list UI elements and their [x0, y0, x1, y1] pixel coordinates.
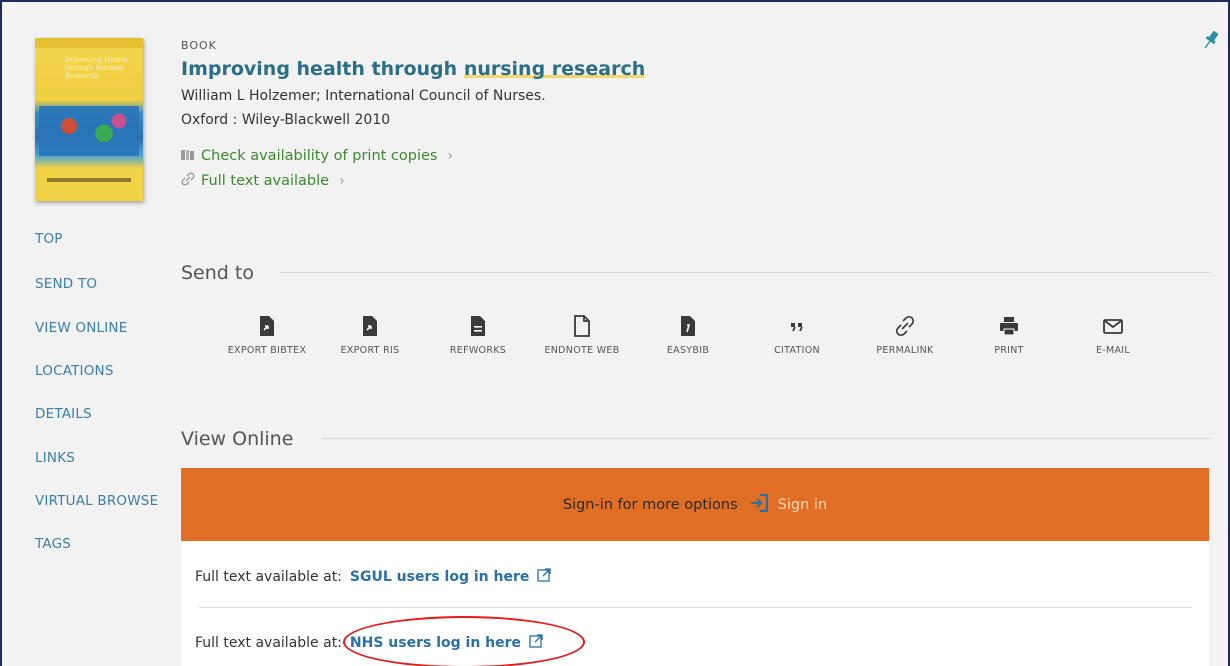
nav-locations[interactable]: LOCATIONS — [35, 363, 114, 379]
full-text-link[interactable]: Full text available › — [181, 172, 345, 189]
full-text-sgul-row: Full text available at: SGUL users log i… — [195, 568, 552, 586]
full-text-prefix: Full text available at: — [195, 635, 342, 651]
cover-foot — [47, 178, 131, 182]
envelope-icon — [1063, 315, 1163, 341]
signin-link-label[interactable]: Sign in — [778, 497, 827, 513]
link-icon — [181, 172, 195, 189]
record-authors: William L Holzemer; International Counci… — [181, 88, 546, 104]
nav-details[interactable]: DETAILS — [35, 406, 92, 422]
view-online-heading: View Online — [181, 428, 294, 450]
export-ris-button[interactable]: EXPORT RIS — [320, 315, 420, 356]
cover-title: Improving Health through Nursing Researc… — [65, 56, 128, 80]
pin-icon[interactable] — [1197, 29, 1221, 56]
nav-send-to[interactable]: SEND TO — [35, 276, 97, 292]
action-label: CITATION — [774, 345, 820, 356]
signin-text: Sign-in for more options — [562, 496, 738, 513]
sign-in-icon — [748, 493, 770, 517]
nav-tags[interactable]: TAGS — [35, 536, 71, 552]
refworks-button[interactable]: REFWORKS — [428, 315, 528, 356]
cover-map — [39, 106, 139, 156]
full-text-prefix: Full text available at: — [195, 569, 342, 585]
endnote-web-button[interactable]: ENDNOTE WEB — [532, 315, 632, 356]
record-publication: Oxford : Wiley-Blackwell 2010 — [181, 112, 391, 128]
print-copies-label[interactable]: Check availability of print copies — [201, 148, 438, 164]
full-text-label[interactable]: Full text available — [201, 173, 329, 189]
signin-button[interactable]: Sign in — [748, 493, 827, 517]
permalink-button[interactable]: PERMALINK — [855, 315, 955, 356]
view-online-divider — [322, 438, 1210, 439]
action-label: EXPORT BIBTEX — [227, 345, 307, 356]
link-icon — [855, 315, 955, 341]
action-label: EXPORT RIS — [340, 345, 400, 356]
signin-bar: Sign-in for more options Sign in — [181, 468, 1209, 541]
chevron-right-icon: › — [339, 172, 345, 189]
record-page: Improving Health through Nursing Researc… — [0, 0, 1230, 666]
export-bibtex-button[interactable]: EXPORT BIBTEX — [217, 315, 317, 356]
nav-top[interactable]: TOP — [35, 231, 63, 247]
annotation-ellipse — [343, 616, 585, 666]
external-link-icon[interactable] — [537, 568, 552, 586]
record-title-part1[interactable]: Improving health through — [181, 58, 464, 80]
export-ris-icon — [320, 315, 420, 341]
record-type: BOOK — [181, 39, 217, 52]
book-cover[interactable]: Improving Health through Nursing Researc… — [35, 38, 143, 201]
print-button[interactable]: PRINT — [959, 315, 1059, 356]
action-label: PRINT — [994, 345, 1024, 356]
easybib-button[interactable]: EASYBIB — [638, 315, 738, 356]
chevron-right-icon: › — [447, 148, 454, 164]
citation-button[interactable]: CITATION — [747, 315, 847, 356]
action-label: PERMALINK — [876, 345, 934, 356]
record-title[interactable]: Improving health through nursing researc… — [181, 58, 646, 80]
quote-icon — [747, 315, 847, 341]
easybib-icon — [638, 315, 738, 341]
export-bibtex-icon — [217, 315, 317, 341]
send-to-divider — [280, 272, 1210, 273]
cover-strip — [35, 38, 143, 48]
action-label: ENDNOTE WEB — [544, 345, 620, 356]
sgul-login-link[interactable]: SGUL users log in here — [350, 569, 529, 585]
book-icon — [181, 149, 195, 164]
action-label: EASYBIB — [666, 345, 710, 356]
nav-view-online[interactable]: VIEW ONLINE — [35, 320, 127, 336]
nav-virtual-browse[interactable]: VIRTUAL BROWSE — [35, 493, 158, 509]
nav-links[interactable]: LINKS — [35, 450, 75, 466]
document-icon — [428, 315, 528, 341]
email-button[interactable]: E-MAIL — [1063, 315, 1163, 356]
send-to-heading: Send to — [181, 262, 254, 284]
page-icon — [532, 315, 632, 341]
action-label: E-MAIL — [1095, 345, 1131, 356]
printer-icon — [959, 315, 1059, 341]
link-row-divider — [199, 607, 1192, 608]
action-label: REFWORKS — [449, 345, 507, 356]
record-title-highlight[interactable]: nursing research — [463, 58, 646, 80]
print-copies-link[interactable]: Check availability of print copies › — [181, 148, 453, 164]
